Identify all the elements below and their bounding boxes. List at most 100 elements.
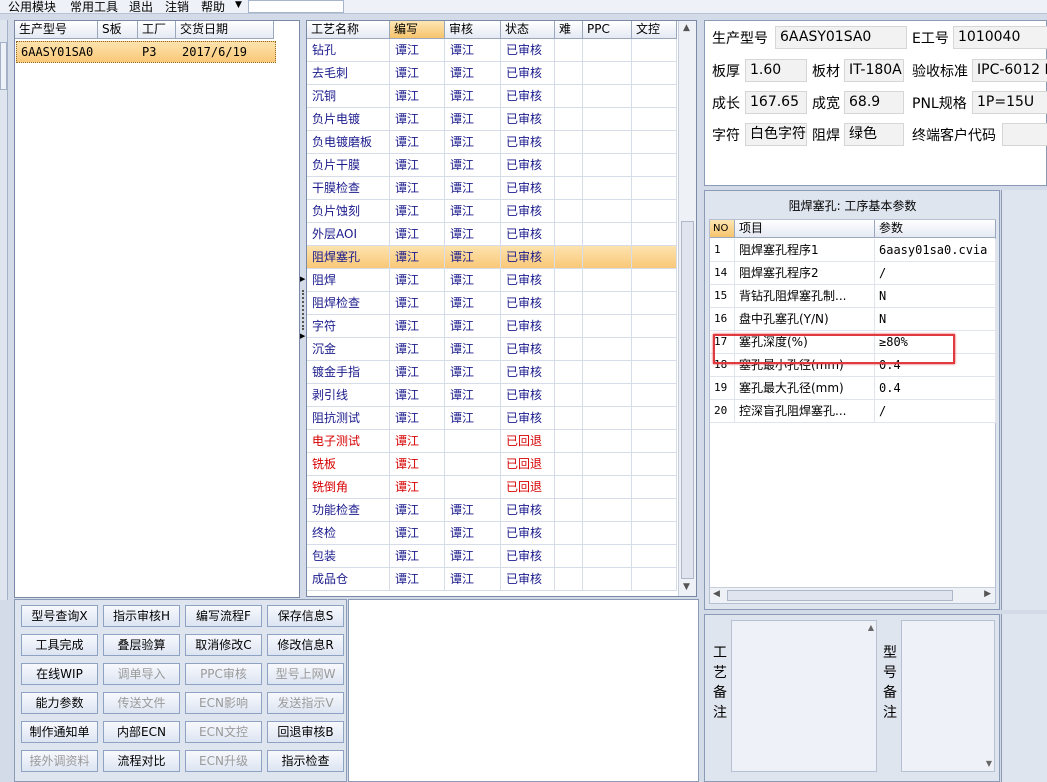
action-button[interactable]: 制作通知单	[21, 721, 98, 743]
process-row[interactable]: 沉金 谭江 谭江 已审核	[307, 338, 677, 361]
order-header-delivery-date[interactable]: 交货日期	[176, 21, 274, 39]
menu-help[interactable]: 帮助	[201, 0, 225, 15]
scroll-up-icon[interactable]: ▲	[868, 623, 874, 632]
process-header-reviewer[interactable]: 审核	[445, 21, 501, 39]
param-header-value[interactable]: 参数	[875, 220, 996, 238]
process-row[interactable]: 沉铜 谭江 谭江 已审核	[307, 85, 677, 108]
param-row[interactable]: 15 背钻孔阻焊塞孔制... N	[710, 285, 997, 308]
side-tab[interactable]	[0, 42, 7, 90]
process-row[interactable]: 终检 谭江 谭江 已审核	[307, 522, 677, 545]
process-row[interactable]: 外层AOI 谭江 谭江 已审核	[307, 223, 677, 246]
width-field[interactable]: 68.9	[844, 91, 904, 114]
action-button[interactable]: 型号查询X	[21, 605, 98, 627]
scroll-left-icon[interactable]: ◀	[713, 589, 720, 599]
process-row[interactable]: 成品仓 谭江 谭江 已审核	[307, 568, 677, 591]
process-header-status[interactable]: 状态	[501, 21, 555, 39]
process-scroll-thumb[interactable]	[681, 221, 694, 579]
scroll-up-icon[interactable]: ▲	[683, 23, 690, 33]
menu-common-module[interactable]: 公用模块	[8, 0, 56, 15]
action-button[interactable]: 传送文件	[103, 692, 180, 714]
scroll-right-icon[interactable]: ▶	[984, 589, 991, 599]
model-notes-textarea[interactable]: ▼	[901, 620, 995, 772]
param-row[interactable]: 14 阻焊塞孔程序2/	[710, 262, 997, 285]
action-button[interactable]: 取消修改C	[185, 634, 262, 656]
action-button[interactable]: 接外调资料	[21, 750, 98, 772]
scroll-down-icon[interactable]: ▼	[986, 759, 992, 768]
menu-logout[interactable]: 注销	[165, 0, 189, 15]
param-row[interactable]: 19 塞孔最大孔径(mm) 0.4	[710, 377, 997, 400]
material-field[interactable]: IT-180A	[844, 59, 904, 82]
action-button[interactable]: 能力参数	[21, 692, 98, 714]
action-button[interactable]: 修改信息R	[267, 634, 344, 656]
process-row[interactable]: 电子测试 谭江 已回退	[307, 430, 677, 453]
process-row[interactable]: 剥引线 谭江 谭江 已审核	[307, 384, 677, 407]
length-field[interactable]: 167.65	[745, 91, 807, 114]
action-button[interactable]: PPC审核	[185, 663, 262, 685]
process-row[interactable]: 负片电镀 谭江 谭江 已审核	[307, 108, 677, 131]
process-header-ppc[interactable]: PPC	[583, 21, 632, 39]
action-button[interactable]: 工具完成	[21, 634, 98, 656]
process-row[interactable]: 负片蚀刻 谭江 谭江 已审核	[307, 200, 677, 223]
action-button[interactable]: 保存信息S	[267, 605, 344, 627]
action-button[interactable]: ECN影响	[185, 692, 262, 714]
action-button[interactable]: ECN文控	[185, 721, 262, 743]
scroll-down-icon[interactable]: ▼	[683, 582, 690, 592]
process-header-writer[interactable]: 编写	[390, 21, 445, 39]
process-row[interactable]: 铣倒角 谭江 已回退	[307, 476, 677, 499]
order-header-factory[interactable]: 工厂	[138, 21, 176, 39]
pnl-field[interactable]: 1P=15U	[972, 91, 1047, 114]
process-row[interactable]: 铣板 谭江 已回退	[307, 453, 677, 476]
action-button[interactable]: 内部ECN	[103, 721, 180, 743]
menu-dropdown-icon[interactable]: ▼	[235, 0, 242, 10]
action-button[interactable]: 发送指示V	[267, 692, 344, 714]
e-number-field[interactable]: 1010040	[953, 26, 1047, 49]
process-row[interactable]: 包装 谭江 谭江 已审核	[307, 545, 677, 568]
action-button[interactable]: 调单导入	[103, 663, 180, 685]
process-row[interactable]: 钻孔 谭江 谭江 已审核	[307, 39, 677, 62]
order-row[interactable]: 6AASY01SA0 P3 2017/6/19	[16, 41, 276, 63]
menu-common-tools[interactable]: 常用工具	[70, 0, 118, 15]
param-row[interactable]: 20 控深盲孔阻焊塞孔... /	[710, 400, 997, 423]
process-row[interactable]: 字符 谭江 谭江 已审核	[307, 315, 677, 338]
process-row[interactable]: 干膜检查 谭江 谭江 已审核	[307, 177, 677, 200]
param-scroll-thumb[interactable]	[727, 590, 953, 601]
menu-exit[interactable]: 退出	[129, 0, 153, 15]
order-header-s-board[interactable]: S板	[98, 21, 138, 39]
action-button[interactable]: 回退审核B	[267, 721, 344, 743]
order-header-model[interactable]: 生产型号	[15, 21, 98, 39]
action-button[interactable]: 指示审核H	[103, 605, 180, 627]
process-row[interactable]: 负电镀磨板 谭江 谭江 已审核	[307, 131, 677, 154]
process-row[interactable]: 阻焊检查 谭江 谭江 已审核	[307, 292, 677, 315]
process-row[interactable]: 负片干膜 谭江 谭江 已审核	[307, 154, 677, 177]
action-button[interactable]: 流程对比	[103, 750, 180, 772]
model-value-field[interactable]: 6AASY01SA0	[775, 26, 907, 49]
action-button[interactable]: 在线WIP	[21, 663, 98, 685]
process-row[interactable]: 功能检查 谭江 谭江 已审核	[307, 499, 677, 522]
process-header-doc-control[interactable]: 文控	[632, 21, 677, 39]
menu-combo-box[interactable]	[248, 0, 344, 13]
action-button[interactable]: ECN升级	[185, 750, 262, 772]
process-row[interactable]: 阻焊 谭江 谭江 已审核	[307, 269, 677, 292]
process-header-difficulty[interactable]: 难	[555, 21, 583, 39]
param-row[interactable]: 1 阻焊塞孔程序1 6aasy01sa0.cvia	[710, 239, 997, 262]
process-row[interactable]: 去毛刺 谭江 谭江 已审核	[307, 62, 677, 85]
process-header-name[interactable]: 工艺名称	[307, 21, 390, 39]
action-button[interactable]: 编写流程F	[185, 605, 262, 627]
character-field[interactable]: 白色字符	[745, 123, 807, 146]
action-button[interactable]: 指示检查	[267, 750, 344, 772]
param-row[interactable]: 16 盘中孔塞孔(Y/N) N	[710, 308, 997, 331]
thickness-field[interactable]: 1.60	[745, 59, 807, 82]
param-hscrollbar[interactable]: ◀ ▶	[710, 587, 995, 603]
param-header-item[interactable]: 项目	[735, 220, 875, 238]
process-notes-textarea[interactable]: ▲	[731, 620, 877, 772]
process-row[interactable]: 阻抗测试 谭江 谭江 已审核	[307, 407, 677, 430]
action-button[interactable]: 叠层验算	[103, 634, 180, 656]
customer-code-field[interactable]	[1002, 123, 1047, 146]
process-scrollbar[interactable]: ▲ ▼	[678, 21, 696, 596]
param-header-no[interactable]: NO	[710, 220, 735, 238]
side-collapse-strip[interactable]	[0, 20, 8, 600]
process-row[interactable]: 阻焊塞孔 谭江 谭江 已审核	[307, 246, 677, 269]
action-button[interactable]: 型号上网W	[267, 663, 344, 685]
process-row[interactable]: 镀金手指 谭江 谭江 已审核	[307, 361, 677, 384]
standard-field[interactable]: IPC-6012 I	[972, 59, 1047, 82]
